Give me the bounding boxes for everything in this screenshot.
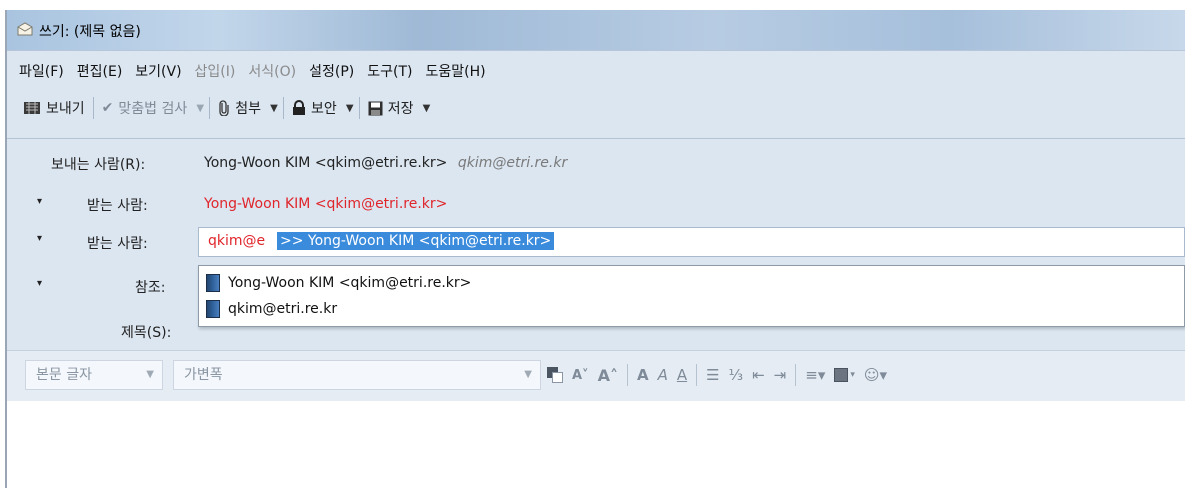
send-label: 보내기 xyxy=(46,101,85,117)
recipient-type-select[interactable]: ▾ 참조: xyxy=(29,272,179,300)
bulleted-list-icon[interactable]: ☰ xyxy=(706,366,719,384)
chevron-down-icon: ▼ xyxy=(146,369,154,380)
recipient-type-select[interactable]: ▾ 받는 사람: xyxy=(29,227,179,255)
font-larger-icon[interactable]: A˄ xyxy=(598,366,618,385)
subject-label: 제목(S): xyxy=(121,325,172,341)
autocomplete-item-label: Yong-Woon KIM <qkim@etri.re.kr> xyxy=(228,275,472,291)
typed-text: qkim@e xyxy=(208,233,266,249)
lock-icon xyxy=(293,100,305,115)
paperclip-icon xyxy=(219,100,229,116)
text-color-icon[interactable] xyxy=(547,367,563,383)
toolbar-separator xyxy=(283,97,284,119)
to-recipient-input[interactable]: qkim@e >> Yong-Woon KIM <qkim@etri.re.kr… xyxy=(198,227,1185,257)
autocomplete-item[interactable]: qkim@etri.re.kr xyxy=(206,298,337,320)
font-select[interactable]: 가변폭 ▼ xyxy=(173,360,541,390)
save-button[interactable]: 저장 xyxy=(362,94,420,122)
menu-and-toolbar: 파일(F) 편집(E) 보기(V) 삽입(I) 서식(O) 설정(P) 도구(T… xyxy=(7,50,1185,139)
from-label: 보내는 사람(R): xyxy=(51,157,146,173)
to-label: 받는 사람: xyxy=(87,236,148,252)
indent-icon[interactable]: ⇥ xyxy=(774,366,787,384)
toolbar-separator xyxy=(696,364,698,386)
paragraph-format-value: 본문 글자 xyxy=(36,367,92,383)
chevron-down-icon: ▾ xyxy=(37,278,43,289)
window-title: 쓰기: (제목 없음) xyxy=(39,24,141,40)
to-recipient-value[interactable]: Yong-Woon KIM <qkim@etri.re.kr> xyxy=(204,190,447,218)
numbered-list-icon[interactable]: ⅓ xyxy=(729,366,744,384)
compose-toolbar: 보내기 ✔ 맞춤법 검사 ▼ 첨부 ▼ 보안 ▼ 저장 ▼ xyxy=(17,91,434,125)
security-dropdown[interactable]: ▼ xyxy=(343,94,357,122)
address-book-icon xyxy=(206,300,220,318)
menu-bar: 파일(F) 편집(E) 보기(V) 삽입(I) 서식(O) 설정(P) 도구(T… xyxy=(19,61,486,81)
send-icon xyxy=(24,102,40,114)
to-row-1: ▾ 받는 사람: Yong-Woon KIM <qkim@etri.re.kr> xyxy=(7,190,1185,218)
align-icon[interactable]: ≡▾ xyxy=(805,366,825,384)
menu-insert[interactable]: 삽입(I) xyxy=(195,61,236,81)
recipient-type-select[interactable]: ▾ 받는 사람: xyxy=(29,190,179,218)
from-value: Yong-Woon KIM <qkim@etri.re.kr> xyxy=(204,155,448,171)
toolbar-separator xyxy=(209,97,211,119)
menu-format[interactable]: 서식(O) xyxy=(248,61,296,81)
format-icons: A˅ A˄ A A A ☰ ⅓ ⇤ ⇥ ≡▾ ▾ ☺▾ xyxy=(547,360,887,390)
title-bar: 쓰기: (제목 없음) xyxy=(7,10,1185,50)
menu-edit[interactable]: 편집(E) xyxy=(77,61,123,81)
attach-dropdown[interactable]: ▼ xyxy=(267,94,281,122)
to-label: 받는 사람: xyxy=(87,198,148,214)
menu-help[interactable]: 도움말(H) xyxy=(425,61,485,81)
checkmark-icon: ✔ xyxy=(101,100,114,116)
underline-icon[interactable]: A xyxy=(677,366,687,384)
send-button[interactable]: 보내기 xyxy=(17,94,91,122)
from-row: 보내는 사람(R): Yong-Woon KIM <qkim@etri.re.k… xyxy=(7,149,1185,177)
floppy-disk-icon xyxy=(368,101,383,115)
attach-button[interactable]: 첨부 xyxy=(212,94,267,122)
toolbar-separator xyxy=(795,364,797,386)
paragraph-format-select[interactable]: 본문 글자 ▼ xyxy=(25,360,163,390)
autocomplete-item-label: qkim@etri.re.kr xyxy=(228,301,338,317)
save-dropdown[interactable]: ▼ xyxy=(420,94,434,122)
message-body-editor[interactable] xyxy=(7,401,1185,488)
chevron-down-icon: ▼ xyxy=(524,369,532,380)
chevron-down-icon: ▾ xyxy=(37,233,43,244)
window-left-edge xyxy=(0,0,7,488)
address-header-area: 보내는 사람(R): Yong-Woon KIM <qkim@etri.re.k… xyxy=(7,138,1185,351)
smiley-icon[interactable]: ☺▾ xyxy=(864,366,887,384)
font-smaller-icon[interactable]: A˅ xyxy=(572,368,589,383)
attach-label: 첨부 xyxy=(235,101,261,117)
format-toolbar: 본문 글자 ▼ 가변폭 ▼ A˅ A˄ A A A ☰ ⅓ ⇤ ⇥ ≡▾ ▾ ☺… xyxy=(7,350,1185,402)
to-row-2: ▾ 받는 사람: qkim@e >> Yong-Woon KIM <qkim@e… xyxy=(7,227,1185,257)
font-value: 가변폭 xyxy=(184,367,223,383)
menu-tools[interactable]: 도구(T) xyxy=(367,61,412,81)
menu-file[interactable]: 파일(F) xyxy=(19,61,64,81)
toolbar-separator xyxy=(626,364,628,386)
spell-check-dropdown[interactable]: ▼ xyxy=(193,94,207,122)
autocomplete-selection: >> Yong-Woon KIM <qkim@etri.re.kr> xyxy=(277,232,555,250)
compose-envelope-icon xyxy=(17,22,33,36)
from-alias: qkim@etri.re.kr xyxy=(457,155,568,171)
toolbar-separator xyxy=(92,97,94,119)
background-color-icon[interactable]: ▾ xyxy=(834,368,855,382)
autocomplete-popup: Yong-Woon KIM <qkim@etri.re.kr> qkim@etr… xyxy=(198,265,1185,327)
menu-options[interactable]: 설정(P) xyxy=(309,61,354,81)
from-select[interactable]: Yong-Woon KIM <qkim@etri.re.kr> qkim@etr… xyxy=(204,149,567,177)
address-book-icon xyxy=(206,274,220,292)
spell-check-label: 맞춤법 검사 xyxy=(118,101,188,117)
spell-check-button[interactable]: ✔ 맞춤법 검사 xyxy=(96,94,194,122)
toolbar-separator xyxy=(358,97,360,119)
security-label: 보안 xyxy=(311,101,337,117)
italic-icon[interactable]: A xyxy=(658,366,668,384)
outdent-icon[interactable]: ⇤ xyxy=(752,366,765,384)
autocomplete-item[interactable]: Yong-Woon KIM <qkim@etri.re.kr> xyxy=(206,272,471,294)
chevron-down-icon: ▾ xyxy=(37,196,43,207)
menu-view[interactable]: 보기(V) xyxy=(135,61,181,81)
cc-label: 참조: xyxy=(135,280,166,296)
save-label: 저장 xyxy=(387,101,414,117)
bold-icon[interactable]: A xyxy=(637,366,649,384)
security-button[interactable]: 보안 xyxy=(286,94,343,122)
